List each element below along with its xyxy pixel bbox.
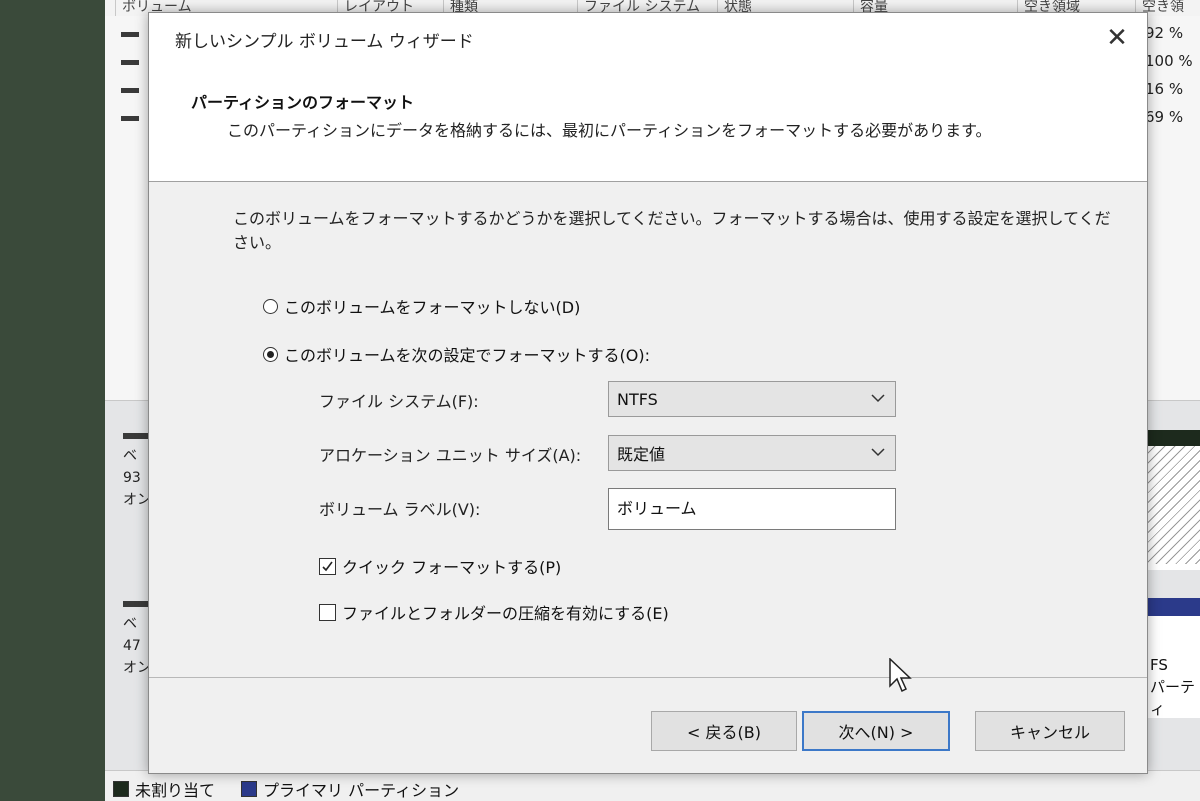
compression-option[interactable]: ファイルとフォルダーの圧縮を有効にする(E) [319, 600, 669, 624]
cancel-button[interactable]: キャンセル [975, 711, 1125, 751]
radio-format[interactable]: このボリュームを次の設定でフォーマットする(O): [263, 342, 650, 366]
legend-label: プライマリ パーティション [263, 781, 460, 800]
dialog-titlebar[interactable]: 新しいシンプル ボリューム ウィザード ✕ [149, 13, 1147, 63]
radio-label: このボリュームを次の設定でフォーマットする(O): [284, 346, 650, 365]
volume-label-label: ボリューム ラベル(V): [319, 500, 481, 519]
allocation-unit-label: アロケーション ユニット サイズ(A): [319, 446, 582, 465]
chevron-down-icon [871, 448, 885, 457]
legend-item-primary: プライマリ パーティション [241, 777, 459, 801]
free-percent: 100 % [1145, 52, 1193, 70]
chevron-down-icon [871, 394, 885, 403]
partition-type: パーティ [1150, 678, 1196, 718]
legend-swatch [113, 781, 129, 797]
partition-cap [1146, 430, 1200, 446]
primary-partition[interactable]: FS パーティ [1145, 598, 1200, 718]
legend-label: 未割り当て [135, 781, 216, 800]
partition-hatch [1146, 446, 1200, 564]
wizard-header: パーティションのフォーマット このパーティションにデータを格納するには、最初にパ… [149, 63, 1147, 182]
legend-swatch [241, 781, 257, 797]
legend: 未割り当て プライマリ パーティション [105, 770, 1200, 801]
footer-divider [149, 677, 1147, 678]
radio-button-checked[interactable] [263, 346, 278, 362]
format-partition-wizard: 新しいシンプル ボリューム ウィザード ✕ パーティションのフォーマット このパ… [148, 12, 1148, 774]
volume-icon [121, 32, 139, 37]
quick-format-checkbox[interactable] [319, 557, 336, 575]
radio-label: このボリュームをフォーマットしない(D) [284, 298, 581, 317]
filesystem-label: ファイル システム(F): [319, 392, 479, 411]
free-percent: 16 % [1145, 80, 1184, 98]
legend-item-unallocated: 未割り当て [113, 777, 215, 801]
back-button[interactable]: < 戻る(B) [651, 711, 797, 751]
next-button[interactable]: 次へ(N) > [802, 711, 950, 751]
volume-label-input[interactable]: ボリューム [608, 488, 896, 530]
wizard-content: このボリュームをフォーマットするかどうかを選択してください。フォーマットする場合… [149, 182, 1147, 682]
mouse-cursor-icon [889, 658, 912, 693]
compression-label: ファイルとフォルダーの圧縮を有効にする(E) [342, 604, 669, 623]
partition-fs: FS [1150, 656, 1168, 674]
free-percent: 92 % [1145, 24, 1184, 42]
quick-format-option[interactable]: クイック フォーマットする(P) [319, 554, 561, 578]
volume-icon [121, 116, 139, 121]
free-percent: 69 % [1145, 108, 1184, 126]
filesystem-value: NTFS [617, 389, 658, 409]
instruction-text: このボリュームをフォーマットするかどうかを選択してください。フォーマットする場合… [233, 209, 1111, 252]
partition-cap [1146, 598, 1200, 616]
dialog-title: 新しいシンプル ボリューム ウィザード [175, 32, 474, 52]
checkmark-icon [322, 561, 333, 571]
allocation-unit-dropdown[interactable]: 既定値 [608, 435, 896, 471]
unallocated-partition[interactable] [1145, 430, 1200, 570]
radio-button-unchecked[interactable] [263, 298, 278, 314]
quick-format-label: クイック フォーマットする(P) [342, 558, 562, 577]
page-title: パーティションのフォーマット [191, 93, 415, 112]
volume-icon [121, 88, 139, 93]
radio-no-format[interactable]: このボリュームをフォーマットしない(D) [263, 294, 580, 318]
allocation-unit-value: 既定値 [617, 445, 666, 464]
filesystem-dropdown[interactable]: NTFS [608, 381, 896, 417]
compression-checkbox[interactable] [319, 603, 336, 621]
close-icon: ✕ [1106, 23, 1128, 53]
page-subtitle: このパーティションにデータを格納するには、最初にパーティションをフォーマットする… [227, 121, 992, 140]
volume-icon [121, 60, 139, 65]
close-button[interactable]: ✕ [1087, 13, 1147, 63]
